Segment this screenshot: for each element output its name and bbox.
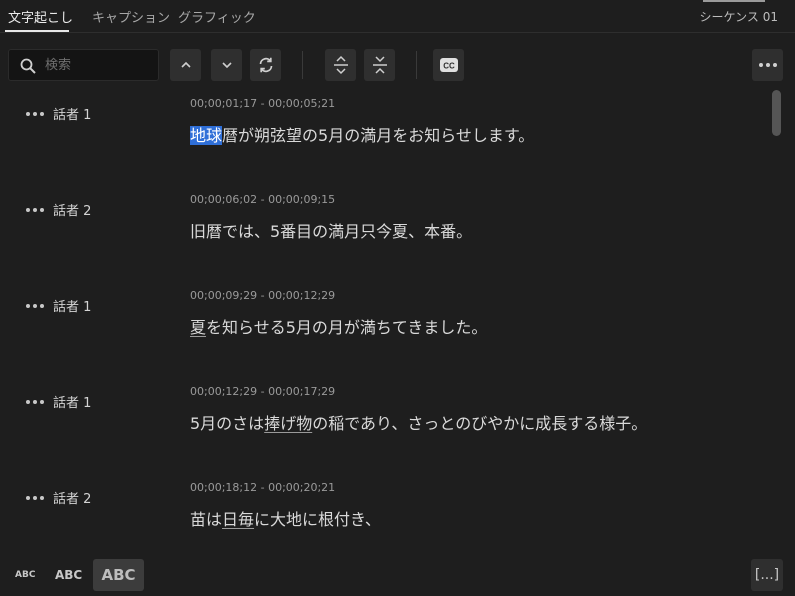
timecode: 00;00;06;02 - 00;00;09;15: [190, 193, 336, 206]
speaker-name: 話者 1: [53, 300, 92, 315]
font-size-large-button[interactable]: ABC: [93, 559, 144, 591]
cc-icon: CC: [439, 58, 458, 72]
transcript-text[interactable]: 旧暦では、5番目の満月只今夏、本番。: [190, 218, 472, 242]
chevron-down-icon: [221, 62, 232, 69]
transcript-text[interactable]: 夏を知らせる5月の月が満ちてきました。: [190, 314, 487, 338]
font-size-medium-button[interactable]: ABC: [55, 568, 82, 582]
toolbar-divider: [416, 51, 417, 79]
refresh-button[interactable]: [250, 49, 281, 81]
speaker-name: 話者 2: [53, 204, 92, 219]
transcript-text[interactable]: 苗は日毎に大地に根付き、: [190, 506, 381, 530]
transcript-text-segment: を知らせる5月の月が満ちてきました。: [206, 318, 488, 337]
speaker-name: 話者 2: [53, 492, 92, 507]
speaker-name: 話者 1: [53, 108, 92, 123]
chevron-up-icon: [180, 61, 191, 68]
transcript-row: 話者 1 00;00;12;29 - 00;00;17;29 5月のさは捧げ物の…: [0, 378, 770, 474]
timecode: 00;00;09;29 - 00;00;12;29: [190, 289, 336, 302]
transcript-text-segment: に大地に根付き、: [254, 510, 381, 529]
transcript-row: 話者 1 00;00;09;29 - 00;00;12;29 夏を知らせる5月の…: [0, 282, 770, 378]
bracket-button[interactable]: [...]: [751, 559, 783, 591]
speaker-name: 話者 1: [53, 396, 92, 411]
more-icon: [26, 207, 44, 212]
speaker-menu[interactable]: 話者 1: [26, 104, 91, 123]
font-size-small-button[interactable]: ABC: [15, 570, 35, 580]
transcript-list[interactable]: 話者 1 00;00;01;17 - 00;00;05;21 地球暦が朔弦望の5…: [0, 90, 770, 545]
selected-word[interactable]: 地球: [190, 126, 223, 145]
scrollbar-thumb[interactable]: [772, 90, 781, 136]
speaker-menu[interactable]: 話者 1: [26, 296, 91, 315]
transcript-text[interactable]: 地球暦が朔弦望の5月の満月をお知らせします。: [190, 122, 534, 146]
transcript-text-segment: 暦が朔弦望の5月の満月をお知らせします。: [222, 126, 535, 145]
toolbar-divider: [302, 51, 303, 79]
more-icon: [758, 63, 777, 67]
low-confidence-word[interactable]: 捧げ物: [264, 414, 312, 433]
sequence-name[interactable]: シーケンス 01: [700, 8, 779, 25]
transcript-row: 話者 2 00;00;18;12 - 00;00;20;21 苗は日毎に大地に根…: [0, 474, 770, 545]
timecode: 00;00;01;17 - 00;00;05;21: [190, 97, 336, 110]
low-confidence-word[interactable]: 日毎: [222, 510, 254, 529]
svg-text:CC: CC: [443, 62, 455, 71]
more-icon: [26, 399, 44, 404]
collapse-button[interactable]: [364, 49, 395, 81]
transcript-toolbar: CC: [0, 44, 795, 84]
search-icon: [20, 58, 36, 74]
refresh-icon: [259, 57, 272, 73]
transcript-row: 話者 2 00;00;06;02 - 00;00;09;15 旧暦では、5番目の…: [0, 186, 770, 282]
tab-transcript[interactable]: 文字起こし: [8, 7, 73, 26]
expand-button[interactable]: [325, 49, 356, 81]
timecode: 00;00;12;29 - 00;00;17;29: [190, 385, 336, 398]
transcript-text-segment: の稲であり、さっとのびやかに成長する様子。: [312, 414, 648, 433]
low-confidence-word[interactable]: 夏: [190, 318, 206, 337]
next-result-button[interactable]: [211, 49, 242, 81]
speaker-menu[interactable]: 話者 2: [26, 488, 91, 507]
tab-graphics[interactable]: グラフィック: [178, 7, 256, 26]
transcript-text[interactable]: 5月のさは捧げ物の稲であり、さっとのびやかに成長する様子。: [190, 410, 647, 434]
speaker-menu[interactable]: 話者 1: [26, 392, 91, 411]
transcript-text-segment: 5月のさは: [190, 414, 265, 433]
speaker-menu[interactable]: 話者 2: [26, 200, 91, 219]
bottom-bar: ABC ABC ABC [...]: [0, 555, 795, 596]
expand-icon: [333, 55, 348, 75]
previous-result-button[interactable]: [170, 49, 201, 81]
more-icon: [26, 303, 44, 308]
timecode: 00;00;18;12 - 00;00;20;21: [190, 481, 336, 494]
search-input[interactable]: [45, 54, 153, 76]
create-captions-button[interactable]: CC: [433, 49, 464, 81]
tab-captions[interactable]: キャプション: [92, 7, 170, 26]
panel-menu-button[interactable]: [752, 49, 783, 81]
transcript-text-segment: 苗は: [190, 510, 223, 529]
sequence-tab-indicator: [703, 0, 765, 2]
search-box[interactable]: [8, 49, 159, 81]
more-icon: [26, 111, 44, 116]
panel-tab-bar: 文字起こし キャプション グラフィック シーケンス 01: [0, 0, 795, 33]
collapse-icon: [372, 56, 387, 74]
active-tab-indicator: [5, 30, 69, 32]
more-icon: [26, 495, 44, 500]
transcript-row: 話者 1 00;00;01;17 - 00;00;05;21 地球暦が朔弦望の5…: [0, 90, 770, 186]
